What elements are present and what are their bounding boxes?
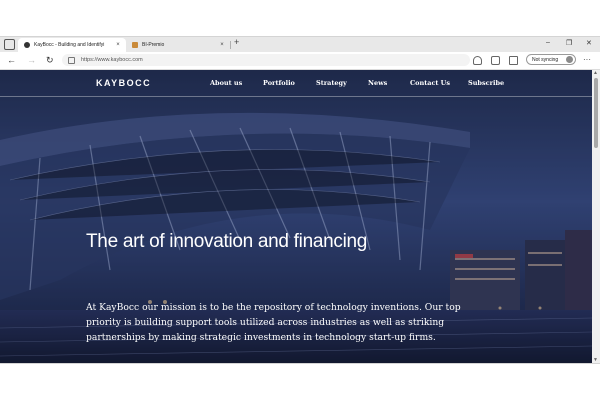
- reload-button[interactable]: ↻: [46, 55, 54, 65]
- nav-contact-us[interactable]: Contact Us: [410, 79, 450, 87]
- minimize-button[interactable]: –: [546, 39, 550, 46]
- page-scrollbar[interactable]: ▲ ▼: [592, 70, 600, 363]
- more-menu-icon[interactable]: ···: [583, 55, 591, 64]
- favorites-icon[interactable]: [491, 56, 500, 65]
- tab-separator: [230, 41, 231, 49]
- page-viewport: KAYBOCC About us Portfolio Strategy News…: [0, 70, 592, 363]
- nav-strategy[interactable]: Strategy: [316, 79, 347, 87]
- new-tab-button[interactable]: +: [234, 37, 239, 47]
- star-icon[interactable]: [473, 56, 482, 65]
- tab-title: KayBocc - Building and Identifyi: [34, 42, 105, 48]
- nav-portfolio[interactable]: Portfolio: [263, 79, 295, 87]
- avatar: [566, 56, 573, 63]
- tab-bi-premio[interactable]: BI-Premio ×: [126, 38, 230, 52]
- forward-button[interactable]: →: [27, 55, 36, 65]
- site-logo[interactable]: KAYBOCC: [96, 78, 151, 88]
- scroll-down-icon[interactable]: ▼: [593, 357, 598, 363]
- close-tab-icon[interactable]: ×: [114, 42, 122, 48]
- url-text: https://www.kaybocc.com: [81, 57, 143, 63]
- hero-title: The art of innovation and financing: [86, 231, 368, 252]
- scroll-up-icon[interactable]: ▲: [593, 70, 598, 76]
- tab-actions-icon[interactable]: [4, 39, 15, 50]
- profile-button[interactable]: Not syncing: [526, 54, 576, 65]
- site-header: KAYBOCC About us Portfolio Strategy News…: [0, 70, 592, 97]
- site-favicon-icon: [24, 42, 30, 48]
- close-tab-icon[interactable]: ×: [218, 42, 226, 48]
- tab-strip: KayBocc - Building and Identifyi × BI-Pr…: [0, 37, 600, 52]
- nav-news[interactable]: News: [368, 79, 387, 87]
- nav-subscribe[interactable]: Subscribe: [468, 79, 504, 87]
- back-button[interactable]: ←: [7, 55, 16, 65]
- nav-about-us[interactable]: About us: [210, 79, 242, 87]
- tab-kaybocc[interactable]: KayBocc - Building and Identifyi ×: [18, 38, 126, 52]
- hero-description: At KayBocc our mission is to be the repo…: [86, 302, 461, 343]
- scrollbar-thumb[interactable]: [594, 78, 598, 148]
- lock-icon[interactable]: [68, 56, 75, 64]
- close-window-button[interactable]: ✕: [586, 39, 592, 47]
- restore-button[interactable]: ❐: [566, 39, 572, 47]
- address-bar[interactable]: https://www.kaybocc.com: [62, 54, 470, 66]
- collections-icon[interactable]: [509, 56, 518, 65]
- site-favicon-icon: [132, 42, 138, 48]
- tab-title: BI-Premio: [142, 42, 165, 48]
- browser-toolbar: ← → ↻ https://www.kaybocc.com Not syncin…: [0, 52, 600, 70]
- browser-window: KayBocc - Building and Identifyi × BI-Pr…: [0, 36, 600, 364]
- profile-label: Not syncing: [532, 56, 559, 63]
